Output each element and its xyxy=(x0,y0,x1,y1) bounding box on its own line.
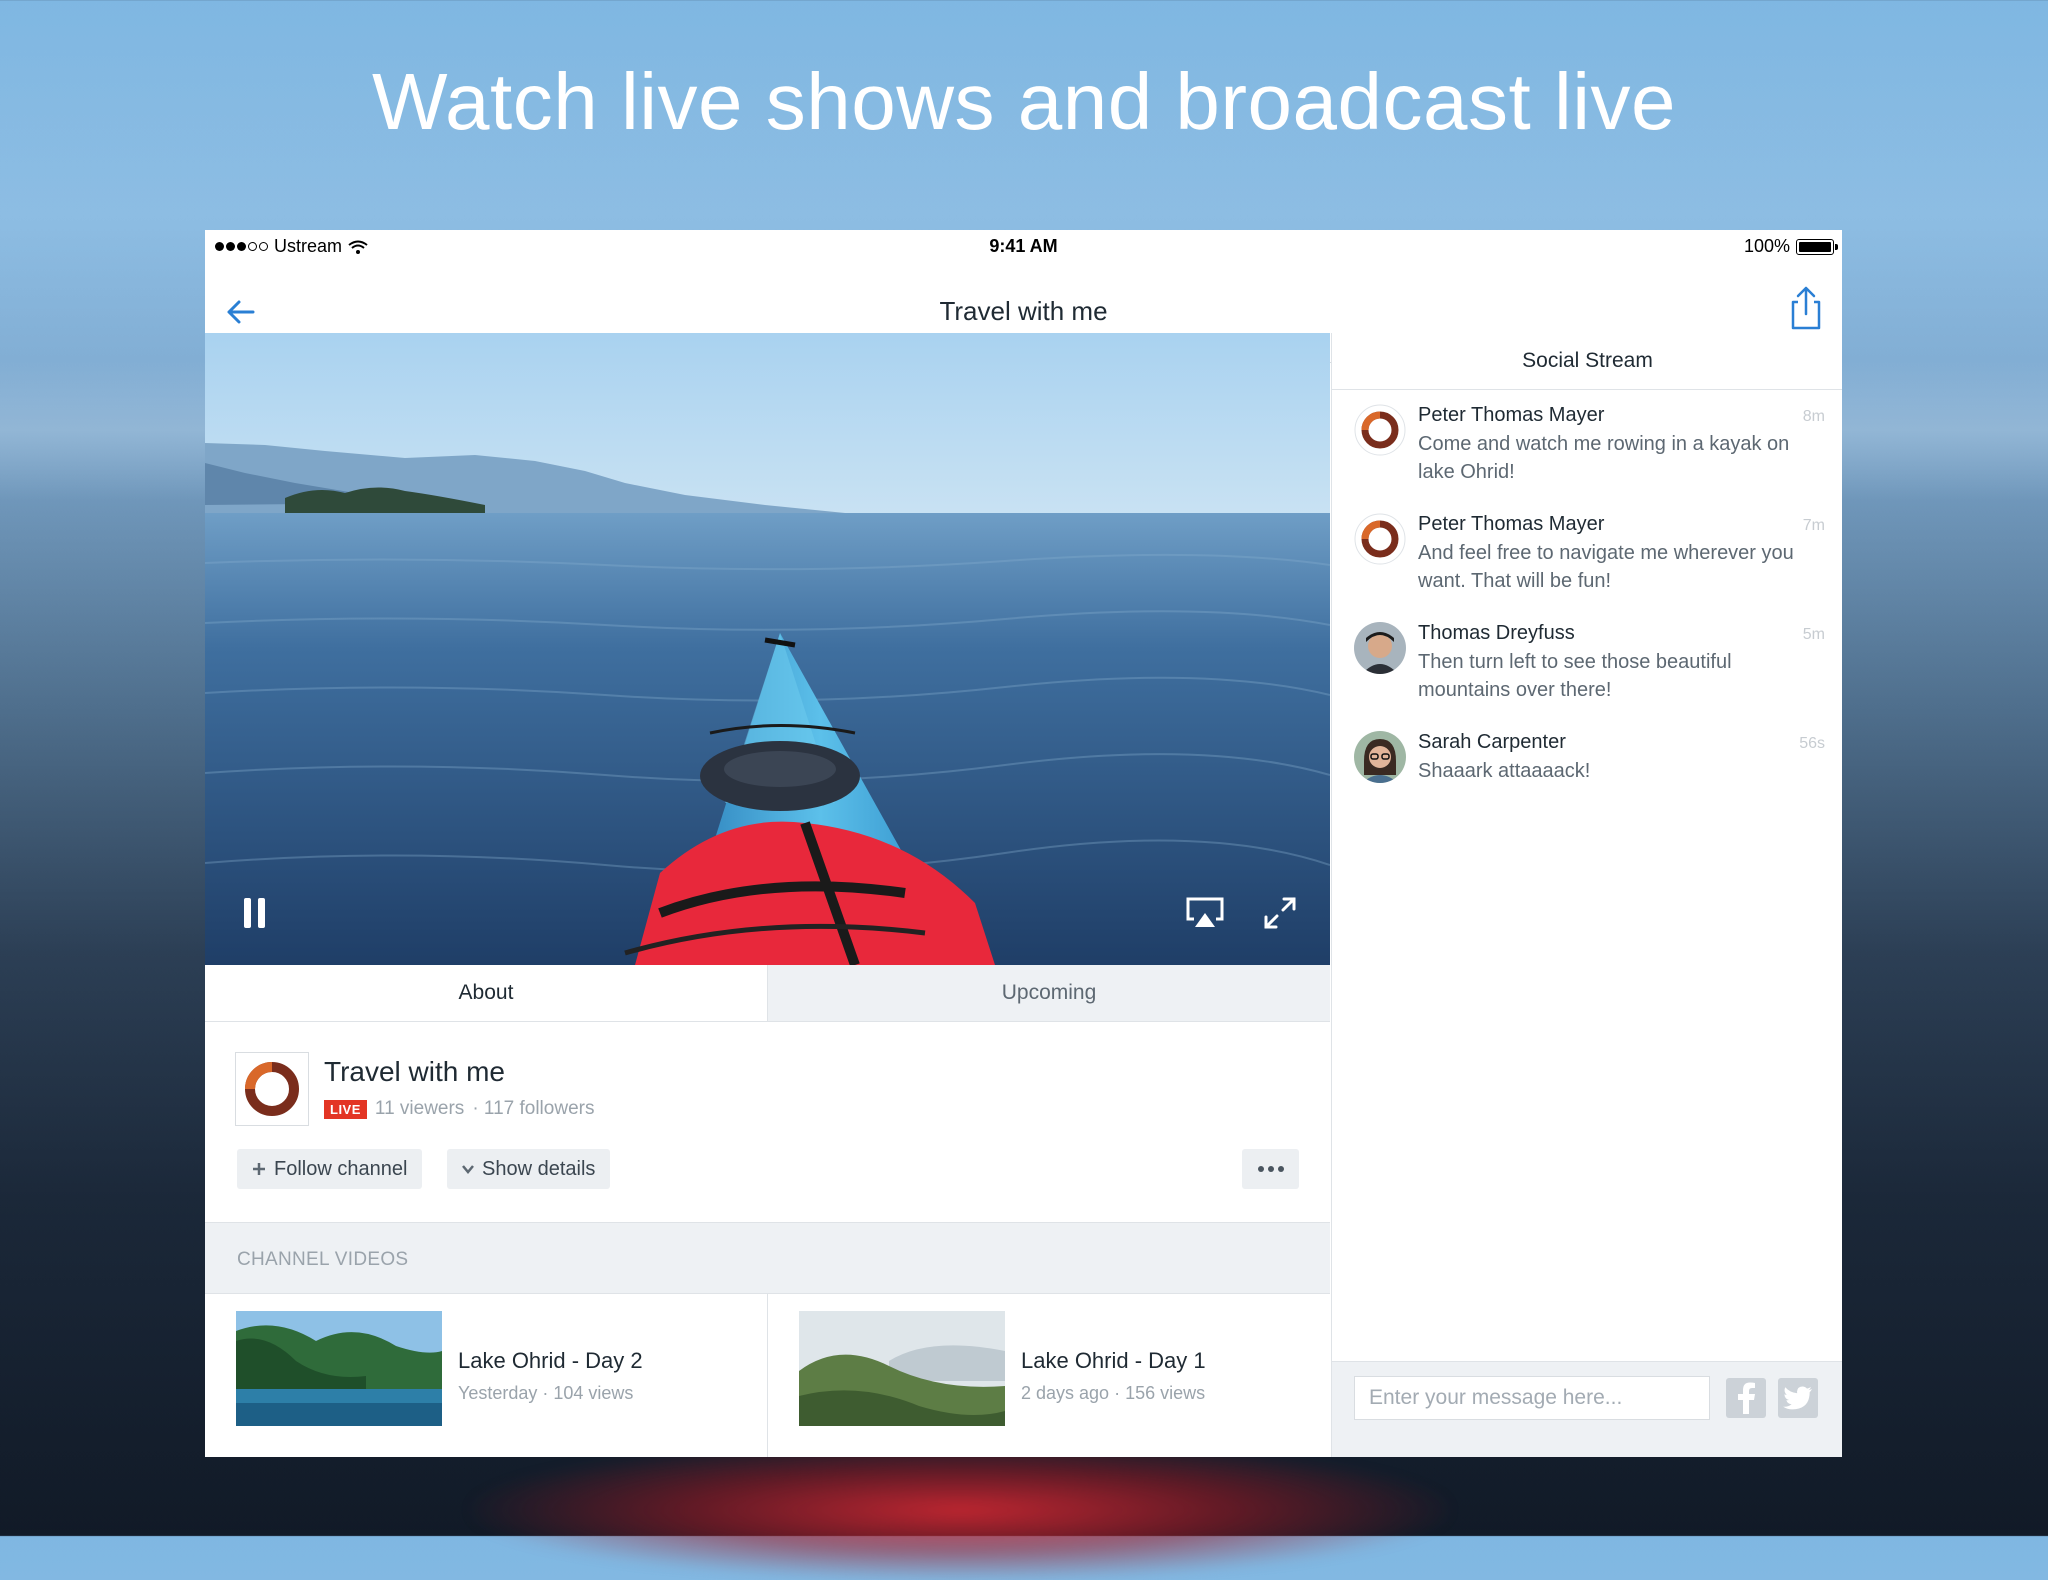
follow-channel-button[interactable]: Follow channel xyxy=(237,1149,423,1189)
channel-info: Travel with me LIVE 11 viewers · 117 fol… xyxy=(205,1022,1330,1222)
avatar[interactable] xyxy=(1354,622,1406,674)
message-text: Come and watch me rowing in a kayak on l… xyxy=(1418,433,1790,483)
message-time: 7m xyxy=(1802,517,1825,534)
status-bar: Ustream 9:41 AM 100% xyxy=(205,230,1842,262)
tab-about[interactable]: About xyxy=(205,965,768,1021)
channel-tabs: About Upcoming xyxy=(205,965,1330,1022)
video-title[interactable]: Lake Ohrid - Day 1 xyxy=(1021,1348,1206,1374)
follower-count: · 117 followers xyxy=(472,1098,595,1119)
share-icon[interactable] xyxy=(1786,284,1826,332)
ellipsis-icon xyxy=(1257,1166,1284,1172)
promo-headline: Watch live shows and broadcast live xyxy=(371,57,1677,146)
ring-logo-icon xyxy=(1354,513,1406,565)
user-photo-icon xyxy=(1354,622,1406,674)
tablet-screen: Ustream 9:41 AM 100% Travel with me Abou… xyxy=(205,230,1842,1457)
facebook-icon xyxy=(1738,1382,1755,1414)
chat-message: Sarah Carpenter 56s Shaaark attaaaack! xyxy=(1332,717,1842,797)
battery-icon xyxy=(1796,238,1838,255)
channel-meta: LIVE 11 viewers · 117 followers xyxy=(324,1098,594,1120)
show-details-label: Show details xyxy=(482,1157,596,1180)
show-details-button[interactable]: Show details xyxy=(447,1149,611,1189)
tab-upcoming[interactable]: Upcoming xyxy=(768,965,1330,1021)
chat-message: Peter Thomas Mayer 7m And feel free to n… xyxy=(1332,499,1842,607)
avatar[interactable] xyxy=(1354,404,1406,456)
airplay-icon[interactable] xyxy=(1184,895,1226,931)
chevron-down-icon xyxy=(462,1165,474,1174)
video-player[interactable] xyxy=(205,333,1330,965)
battery-percent: 100% xyxy=(1743,236,1790,256)
video-thumbnail[interactable] xyxy=(799,1311,1005,1426)
channel-video-item[interactable]: Lake Ohrid - Day 1 2 days ago · 156 view… xyxy=(768,1293,1330,1457)
channel-videos-header: CHANNEL VIDEOS xyxy=(205,1222,1330,1294)
avatar[interactable] xyxy=(1354,731,1406,783)
background-blur xyxy=(470,1440,1450,1580)
chat-message: Thomas Dreyfuss 5m Then turn left to see… xyxy=(1332,608,1842,716)
social-stream-title: Social Stream xyxy=(1332,333,1842,390)
ring-logo-icon xyxy=(1354,404,1406,456)
user-photo-icon xyxy=(1354,731,1406,783)
viewer-count: 11 viewers xyxy=(374,1098,465,1119)
plus-icon xyxy=(253,1163,265,1175)
video-meta: 2 days ago · 156 views xyxy=(1021,1383,1206,1403)
more-options-button[interactable] xyxy=(1242,1149,1299,1189)
ring-logo-icon xyxy=(245,1062,299,1116)
page-title: Travel with me xyxy=(939,296,1108,326)
facebook-share-button[interactable] xyxy=(1726,1378,1766,1418)
fullscreen-icon[interactable] xyxy=(1262,895,1298,931)
message-author[interactable]: Thomas Dreyfuss xyxy=(1418,622,1575,645)
channel-title: Travel with me xyxy=(324,1056,506,1087)
video-title[interactable]: Lake Ohrid - Day 2 xyxy=(458,1348,643,1374)
hills-thumbnail-image xyxy=(799,1311,1005,1426)
status-time: 9:41 AM xyxy=(989,236,1058,256)
message-text: Shaaark attaaaack! xyxy=(1418,760,1591,782)
message-time: 56s xyxy=(1799,735,1825,752)
message-composer xyxy=(1332,1361,1842,1457)
battery-area: 100% xyxy=(1743,236,1838,257)
message-input[interactable] xyxy=(1354,1376,1710,1420)
twitter-icon xyxy=(1783,1386,1812,1410)
video-thumbnail[interactable] xyxy=(236,1311,442,1426)
message-text: And feel free to navigate me wherever yo… xyxy=(1418,542,1794,592)
channel-avatar[interactable] xyxy=(235,1052,309,1126)
lake-thumbnail-image xyxy=(236,1311,442,1426)
message-author[interactable]: Peter Thomas Mayer xyxy=(1418,404,1604,427)
follow-channel-label: Follow channel xyxy=(274,1157,408,1180)
message-author[interactable]: Sarah Carpenter xyxy=(1418,731,1566,754)
avatar[interactable] xyxy=(1354,513,1406,565)
message-author[interactable]: Peter Thomas Mayer xyxy=(1418,513,1604,536)
social-stream-panel: Social Stream Peter Thomas Mayer 8m Come… xyxy=(1331,333,1842,1457)
message-time: 5m xyxy=(1802,626,1825,643)
channel-video-item[interactable]: Lake Ohrid - Day 2 Yesterday · 104 views xyxy=(205,1293,768,1457)
chat-message: Peter Thomas Mayer 8m Come and watch me … xyxy=(1332,390,1842,498)
live-badge: LIVE xyxy=(324,1099,367,1119)
twitter-share-button[interactable] xyxy=(1778,1378,1818,1418)
pause-icon[interactable] xyxy=(241,895,269,931)
video-meta: Yesterday · 104 views xyxy=(458,1383,634,1403)
video-frame xyxy=(205,333,1330,965)
message-text: Then turn left to see those beautiful mo… xyxy=(1418,651,1732,701)
channel-videos-label: CHANNEL VIDEOS xyxy=(237,1249,409,1270)
message-time: 8m xyxy=(1802,408,1825,425)
